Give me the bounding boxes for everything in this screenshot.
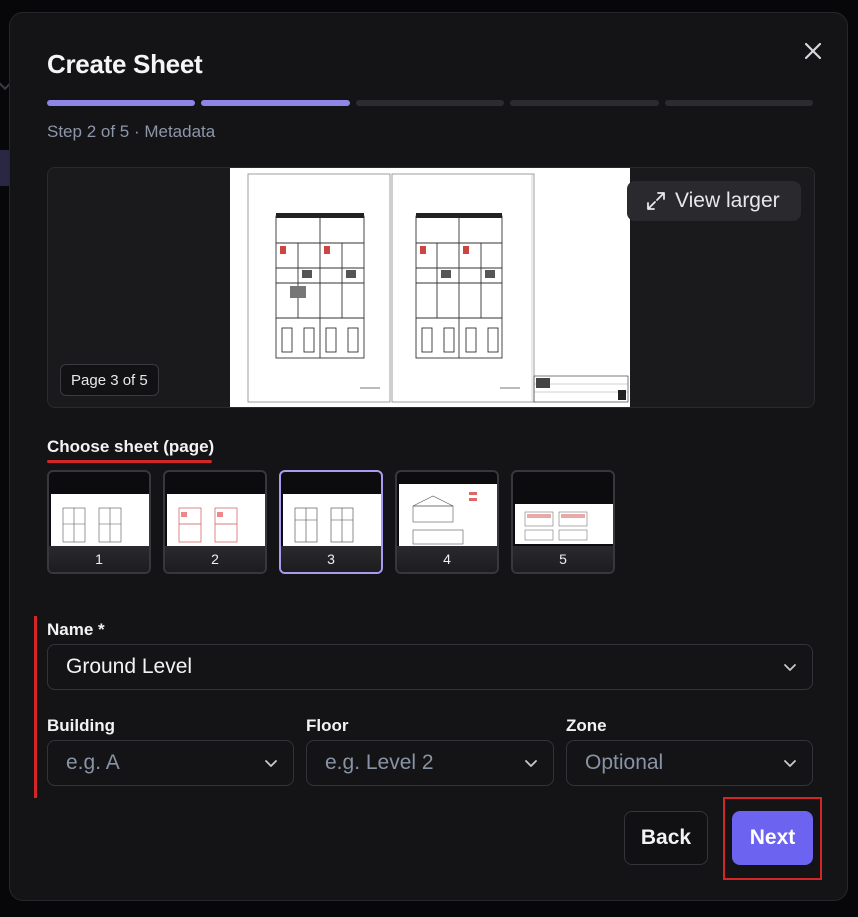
choose-sheet-highlight [47,460,212,463]
building-placeholder: e.g. A [66,751,120,774]
modal-title: Create Sheet [47,49,203,79]
sheet-thumbnails: 1 2 3 4 5 [47,470,615,574]
zone-label: Zone [566,716,607,735]
progress-segment [201,100,350,106]
chevron-down-icon [265,760,277,767]
name-value: Ground Level [66,655,193,678]
thumbnail-image [399,484,497,550]
thumbnail-number: 5 [513,546,613,572]
sheet-thumbnail-5[interactable]: 5 [511,470,615,574]
page-badge: Page 3 of 5 [60,364,159,396]
create-sheet-modal: Create Sheet Step 2 of 5 · Metadata View… [9,12,848,901]
sheet-preview: View larger Page 3 of 5 [47,167,815,408]
next-button[interactable]: Next [732,811,813,865]
floor-placeholder: e.g. Level 2 [325,751,434,774]
sheet-preview-image [230,168,630,407]
sheet-thumbnail-2[interactable]: 2 [163,470,267,574]
view-larger-label: View larger [675,189,780,212]
step-indicator: Step 2 of 5 · Metadata [47,122,216,141]
thumbnail-image [167,494,265,550]
progress-segment [664,100,814,106]
thumbnail-image [283,494,381,550]
thumbnail-image [515,504,613,544]
choose-sheet-label: Choose sheet (page) [47,437,215,456]
zone-placeholder: Optional [585,751,664,774]
thumbnail-number: 2 [165,546,265,572]
building-select[interactable]: e.g. A [47,740,294,786]
progress-segment [355,100,505,106]
building-label: Building [47,716,115,735]
name-label: Name * [47,620,105,639]
sheet-thumbnail-1[interactable]: 1 [47,470,151,574]
chevron-down-icon [525,760,537,767]
chevron-down-icon [784,760,796,767]
back-button[interactable]: Back [624,811,708,865]
thumbnail-number: 1 [49,546,149,572]
step-progress [47,100,814,106]
name-select[interactable]: Ground Level [47,644,813,690]
floor-label: Floor [306,716,349,735]
sheet-thumbnail-4[interactable]: 4 [395,470,499,574]
thumbnail-number: 3 [281,546,381,572]
expand-icon [647,192,665,210]
sheet-thumbnail-3[interactable]: 3 [279,470,383,574]
chevron-down-icon [784,664,796,671]
floor-select[interactable]: e.g. Level 2 [306,740,554,786]
zone-select[interactable]: Optional [566,740,813,786]
view-larger-button[interactable]: View larger [627,181,801,221]
progress-segment [510,100,659,106]
thumbnail-image [51,494,149,550]
progress-segment [47,100,196,106]
thumbnail-number: 4 [397,546,497,572]
form-highlight-bar [34,616,37,798]
close-icon[interactable] [802,40,824,62]
